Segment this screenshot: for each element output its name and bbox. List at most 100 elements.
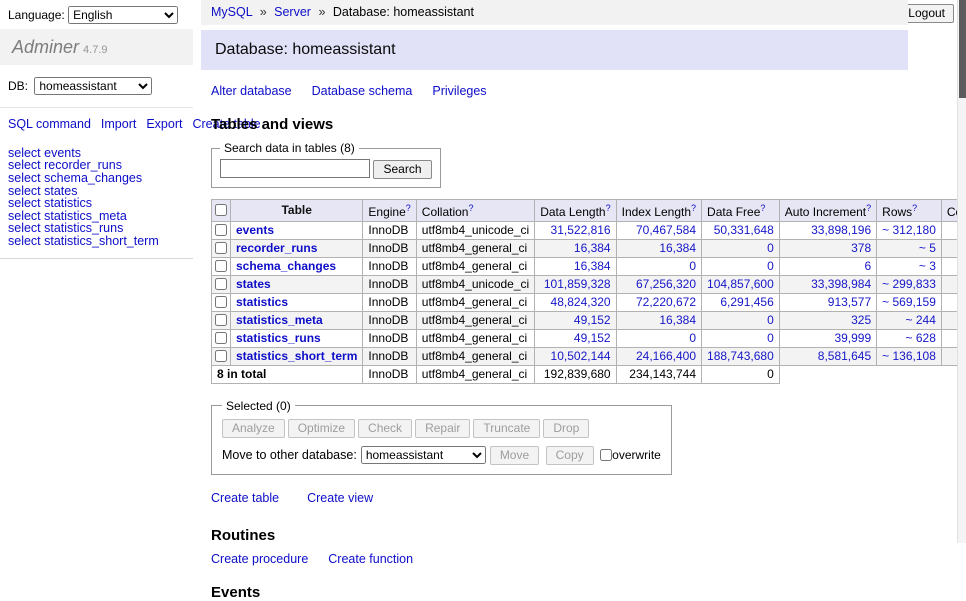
row-checkbox[interactable] — [215, 242, 227, 254]
rows-count-link[interactable]: ~ 299,833 — [882, 277, 936, 291]
sidebar-select-table-link[interactable]: select statistics_short_term — [8, 235, 185, 248]
data-length-link[interactable]: 49,152 — [574, 331, 611, 345]
sort-by-table-link[interactable]: Table — [281, 203, 311, 217]
sidebar: Language: English Adminer4.7.9 DB: homea… — [0, 0, 193, 543]
database-action-link[interactable]: Database schema — [312, 84, 413, 98]
auto-increment-link[interactable]: 33,398,984 — [811, 277, 871, 291]
data-length-link[interactable]: 101,859,328 — [544, 277, 611, 291]
auto-increment-link[interactable]: 8,581,645 — [818, 349, 871, 363]
auto-increment-link[interactable]: 325 — [851, 313, 871, 327]
table-link[interactable]: statistics — [236, 295, 288, 309]
breadcrumb-mysql-link[interactable]: MySQL — [211, 5, 252, 19]
routine-link[interactable]: Create procedure — [211, 552, 308, 566]
auto-increment-link[interactable]: 913,577 — [828, 295, 871, 309]
index-length-link[interactable]: 72,220,672 — [636, 295, 696, 309]
column-help-link[interactable]: ? — [912, 203, 917, 213]
move-database-select[interactable]: homeassistant — [361, 446, 486, 464]
auto-increment-link[interactable]: 378 — [851, 241, 871, 255]
column-help-link[interactable]: ? — [760, 203, 765, 213]
routine-link[interactable]: Create function — [328, 552, 413, 566]
row-checkbox[interactable] — [215, 278, 227, 290]
index-length-link[interactable]: 67,256,320 — [636, 277, 696, 291]
selected-action-button[interactable]: Drop — [543, 419, 589, 438]
selected-action-button[interactable]: Repair — [415, 419, 470, 438]
rows-count-link[interactable]: ~ 628 — [906, 331, 936, 345]
row-checkbox[interactable] — [215, 350, 227, 362]
data-length-link[interactable]: 16,384 — [574, 241, 611, 255]
move-button[interactable]: Move — [490, 446, 539, 465]
vertical-scrollbar[interactable] — [957, 0, 966, 543]
adminer-logo[interactable]: Adminer — [12, 37, 79, 57]
table-link[interactable]: recorder_runs — [236, 241, 317, 255]
data-free-link[interactable]: 188,743,680 — [707, 349, 774, 363]
data-free-link[interactable]: 0 — [767, 241, 774, 255]
rows-count-link[interactable]: ~ 5 — [919, 241, 936, 255]
sidebar-select-table-link[interactable]: select schema_changes — [8, 172, 185, 185]
data-free-link[interactable]: 50,331,648 — [714, 223, 774, 237]
selected-action-button[interactable]: Check — [358, 419, 412, 438]
index-length-link[interactable]: 16,384 — [659, 241, 696, 255]
breadcrumb-server-link[interactable]: Server — [274, 5, 311, 19]
table-link[interactable]: statistics_runs — [236, 331, 321, 345]
row-checkbox[interactable] — [215, 314, 227, 326]
selected-action-button[interactable]: Optimize — [288, 419, 355, 438]
sidebar-nav-link[interactable]: Import — [101, 117, 136, 131]
rows-count-link[interactable]: ~ 244 — [906, 313, 936, 327]
table-link[interactable]: schema_changes — [236, 259, 336, 273]
sidebar-select-table-link[interactable]: select statistics — [8, 197, 185, 210]
selected-action-button[interactable]: Analyze — [222, 419, 285, 438]
search-input[interactable] — [220, 159, 370, 178]
data-length-link[interactable]: 10,502,144 — [551, 349, 611, 363]
row-checkbox[interactable] — [215, 260, 227, 272]
row-checkbox[interactable] — [215, 224, 227, 236]
data-length-link[interactable]: 48,824,320 — [551, 295, 611, 309]
select-all-checkbox[interactable] — [215, 204, 227, 216]
auto-increment-link[interactable]: 6 — [864, 259, 871, 273]
db-select[interactable]: homeassistant — [34, 77, 152, 95]
create-link[interactable]: Create view — [307, 491, 373, 505]
index-length-link[interactable]: 16,384 — [659, 313, 696, 327]
column-help-link[interactable]: ? — [468, 203, 473, 213]
data-free-link[interactable]: 0 — [767, 259, 774, 273]
auto-increment-link[interactable]: 33,898,196 — [811, 223, 871, 237]
table-link[interactable]: states — [236, 277, 271, 291]
sidebar-nav-link[interactable]: SQL command — [8, 117, 91, 131]
auto-increment-link[interactable]: 39,999 — [834, 331, 871, 345]
rows-count-link[interactable]: ~ 312,180 — [882, 223, 936, 237]
column-help-link[interactable]: ? — [606, 203, 611, 213]
overwrite-label[interactable]: overwrite — [612, 448, 661, 462]
selected-action-button[interactable]: Truncate — [473, 419, 540, 438]
row-checkbox[interactable] — [215, 332, 227, 344]
search-button[interactable]: Search — [373, 160, 431, 179]
database-action-link[interactable]: Alter database — [211, 84, 292, 98]
table-link[interactable]: statistics_short_term — [236, 349, 357, 363]
index-length-link[interactable]: 70,467,584 — [636, 223, 696, 237]
rows-count-link[interactable]: ~ 569,159 — [882, 295, 936, 309]
index-length-link[interactable]: 24,166,400 — [636, 349, 696, 363]
data-free-link[interactable]: 0 — [767, 331, 774, 345]
data-free-link[interactable]: 6,291,456 — [720, 295, 773, 309]
create-link[interactable]: Create table — [211, 491, 279, 505]
table-link[interactable]: events — [236, 223, 274, 237]
column-help-link[interactable]: ? — [406, 203, 411, 213]
rows-count-link[interactable]: ~ 3 — [919, 259, 936, 273]
index-length-link[interactable]: 0 — [689, 259, 696, 273]
rows-count-link[interactable]: ~ 136,108 — [882, 349, 936, 363]
data-length-link[interactable]: 31,522,816 — [551, 223, 611, 237]
language-select[interactable]: English — [68, 6, 178, 24]
column-help-link[interactable]: ? — [866, 203, 871, 213]
copy-button[interactable]: Copy — [546, 446, 594, 465]
data-length-link[interactable]: 16,384 — [574, 259, 611, 273]
column-help-link[interactable]: ? — [691, 203, 696, 213]
data-free-link[interactable]: 104,857,600 — [707, 277, 774, 291]
index-length-link[interactable]: 0 — [689, 331, 696, 345]
data-free-link[interactable]: 0 — [767, 313, 774, 327]
row-checkbox[interactable] — [215, 296, 227, 308]
overwrite-checkbox[interactable] — [600, 449, 612, 461]
data-length-link[interactable]: 49,152 — [574, 313, 611, 327]
scrollbar-thumb[interactable] — [959, 0, 966, 98]
table-link[interactable]: statistics_meta — [236, 313, 323, 327]
database-action-link[interactable]: Privileges — [432, 84, 486, 98]
column-header: Index Length? — [616, 199, 701, 221]
sidebar-nav-link[interactable]: Export — [146, 117, 182, 131]
